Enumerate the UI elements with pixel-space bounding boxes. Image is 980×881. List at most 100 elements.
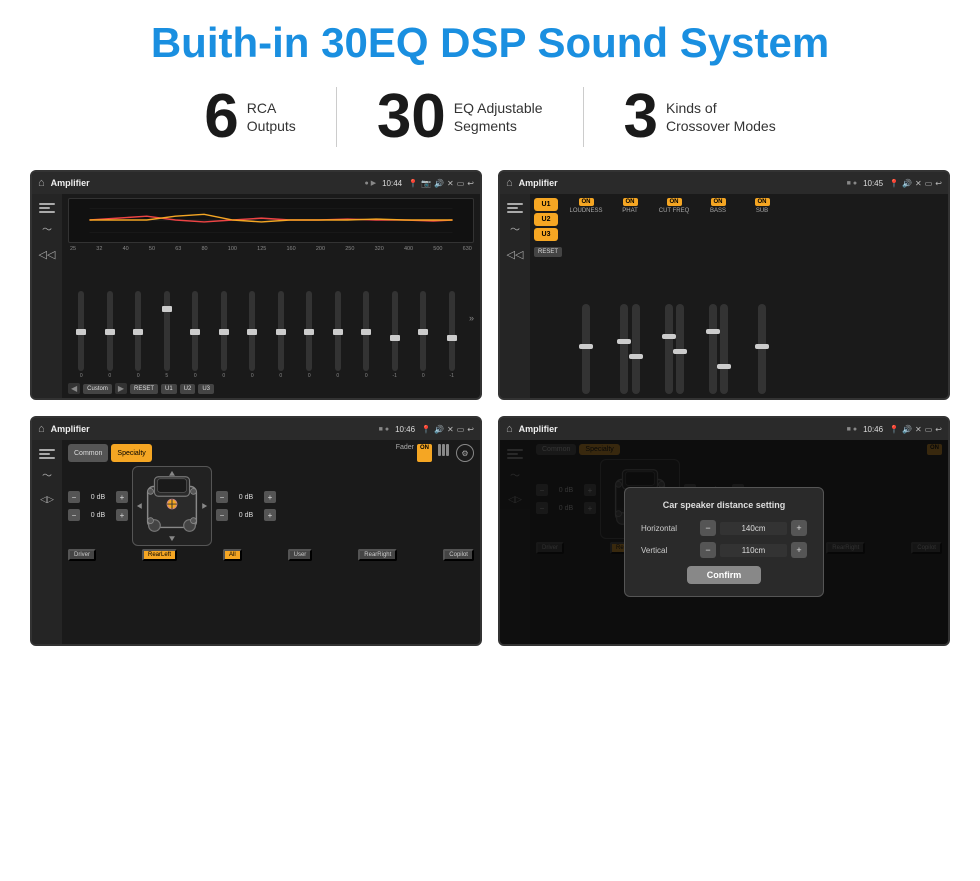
- fader-plus-4[interactable]: +: [264, 509, 276, 521]
- loudness-thumb[interactable]: [579, 344, 593, 349]
- bass-thumb1[interactable]: [706, 329, 720, 334]
- confirm-button[interactable]: Confirm: [687, 566, 762, 584]
- vertical-plus-btn[interactable]: +: [791, 542, 807, 558]
- btn-user[interactable]: User: [288, 549, 313, 561]
- bass-slider1[interactable]: [709, 304, 717, 394]
- slider-track-2[interactable]: [107, 291, 113, 371]
- tab-specialty[interactable]: Specialty: [111, 444, 151, 462]
- dot-indicators-2: ■ ●: [847, 180, 857, 187]
- vertical-minus-btn[interactable]: −: [700, 542, 716, 558]
- eq-icon-2[interactable]: [507, 202, 523, 214]
- slider-thumb-2[interactable]: [105, 329, 115, 335]
- slider-track-6[interactable]: [221, 291, 227, 371]
- slider-track-13[interactable]: [420, 291, 426, 371]
- eq-reset-btn[interactable]: RESET: [130, 384, 158, 394]
- slider-track-12[interactable]: [392, 291, 398, 371]
- u1-btn[interactable]: U1: [534, 198, 558, 211]
- home-icon-3[interactable]: ⌂: [38, 423, 45, 435]
- eq-play-btn[interactable]: ▶: [115, 383, 127, 394]
- eq-u3-btn[interactable]: U3: [198, 384, 214, 394]
- speaker-icon-1[interactable]: ◁◁: [39, 248, 56, 261]
- slider-track-8[interactable]: [278, 291, 284, 371]
- slider-track-1[interactable]: [78, 291, 84, 371]
- phat-thumb2[interactable]: [629, 354, 643, 359]
- location-icon-2: 📍: [889, 179, 899, 188]
- settings-knob-icon[interactable]: ⚙: [456, 444, 474, 462]
- cutfreq-thumb2[interactable]: [673, 349, 687, 354]
- u2-btn[interactable]: U2: [534, 213, 558, 226]
- back-icon[interactable]: ↩: [467, 179, 474, 188]
- phat-slider2[interactable]: [632, 304, 640, 394]
- slider-track-5[interactable]: [192, 291, 198, 371]
- slider-track-11[interactable]: [363, 291, 369, 371]
- slider-thumb-7[interactable]: [247, 329, 257, 335]
- fader-plus-3[interactable]: +: [264, 491, 276, 503]
- cutfreq-thumb1[interactable]: [662, 334, 676, 339]
- slider-track-14[interactable]: [449, 291, 455, 371]
- horizontal-minus-btn[interactable]: −: [700, 520, 716, 536]
- fader-minus-4[interactable]: −: [216, 509, 228, 521]
- bass-slider2[interactable]: [720, 304, 728, 394]
- eq-custom-btn[interactable]: Custom: [83, 384, 112, 394]
- loudness-slider[interactable]: [582, 304, 590, 394]
- speaker-icon-2[interactable]: ◁◁: [507, 248, 524, 261]
- fader-minus-1[interactable]: −: [68, 491, 80, 503]
- wave-icon-3[interactable]: 〜: [42, 472, 52, 482]
- slider-thumb-13[interactable]: [418, 329, 428, 335]
- slider-thumb-3[interactable]: [133, 329, 143, 335]
- slider-thumb-6[interactable]: [219, 329, 229, 335]
- slider-thumb-8[interactable]: [276, 329, 286, 335]
- eq-icon[interactable]: [39, 202, 55, 214]
- slider-thumb-1[interactable]: [76, 329, 86, 335]
- fader-plus-2[interactable]: +: [116, 509, 128, 521]
- slider-track-10[interactable]: [335, 291, 341, 371]
- slider-track-4[interactable]: [164, 291, 170, 371]
- fader-minus-3[interactable]: −: [216, 491, 228, 503]
- u3-btn[interactable]: U3: [534, 228, 558, 241]
- topbar-2: ⌂ Amplifier ■ ● 10:45 📍 🔊 ✕ ▭ ↩: [500, 172, 948, 194]
- phat-thumb1[interactable]: [617, 339, 631, 344]
- back-icon-2[interactable]: ↩: [935, 179, 942, 188]
- btn-copilot[interactable]: Copilot: [443, 549, 474, 561]
- slider-thumb-10[interactable]: [333, 329, 343, 335]
- sub-slider1[interactable]: [758, 304, 766, 394]
- back-icon-4[interactable]: ↩: [935, 425, 942, 434]
- slider-thumb-12[interactable]: [390, 335, 400, 341]
- slider-thumb-4[interactable]: [162, 306, 172, 312]
- fader-minus-2[interactable]: −: [68, 509, 80, 521]
- wave-icon[interactable]: 〜: [42, 226, 52, 236]
- speaker-balance-icon[interactable]: ◁▷: [40, 494, 54, 505]
- bass-thumb2[interactable]: [717, 364, 731, 369]
- slider-track-7[interactable]: [249, 291, 255, 371]
- slider-track-3[interactable]: [135, 291, 141, 371]
- slider-thumb-5[interactable]: [190, 329, 200, 335]
- slider-thumb-9[interactable]: [304, 329, 314, 335]
- amp-channels: U1 U2 U3 RESET: [534, 198, 562, 394]
- eq-u1-btn[interactable]: U1: [161, 384, 177, 394]
- eq-u2-btn[interactable]: U2: [180, 384, 196, 394]
- eq-prev-btn[interactable]: ◀: [68, 383, 80, 394]
- sub-thumb1[interactable]: [755, 344, 769, 349]
- home-icon-2[interactable]: ⌂: [506, 177, 513, 189]
- btn-rearleft[interactable]: RearLeft: [142, 549, 177, 561]
- home-icon-4[interactable]: ⌂: [506, 423, 513, 435]
- back-icon-3[interactable]: ↩: [467, 425, 474, 434]
- slider-thumb-11[interactable]: [361, 329, 371, 335]
- fader-plus-1[interactable]: +: [116, 491, 128, 503]
- btn-driver[interactable]: Driver: [68, 549, 96, 561]
- horizontal-plus-btn[interactable]: +: [791, 520, 807, 536]
- eq-icon-3[interactable]: [39, 448, 55, 460]
- btn-rearright[interactable]: RearRight: [358, 549, 397, 561]
- cutfreq-slider2[interactable]: [676, 304, 684, 394]
- btn-all[interactable]: All: [223, 549, 242, 561]
- stat-eq-label: EQ Adjustable Segments: [454, 99, 543, 135]
- home-icon[interactable]: ⌂: [38, 177, 45, 189]
- phat-slider1[interactable]: [620, 304, 628, 394]
- wave-icon-2[interactable]: 〜: [510, 226, 520, 236]
- cutfreq-slider1[interactable]: [665, 304, 673, 394]
- topbar-app-3: Amplifier: [51, 424, 373, 434]
- tab-common[interactable]: Common: [68, 444, 108, 462]
- amp-reset-btn[interactable]: RESET: [534, 247, 562, 257]
- slider-track-9[interactable]: [306, 291, 312, 371]
- slider-thumb-14[interactable]: [447, 335, 457, 341]
